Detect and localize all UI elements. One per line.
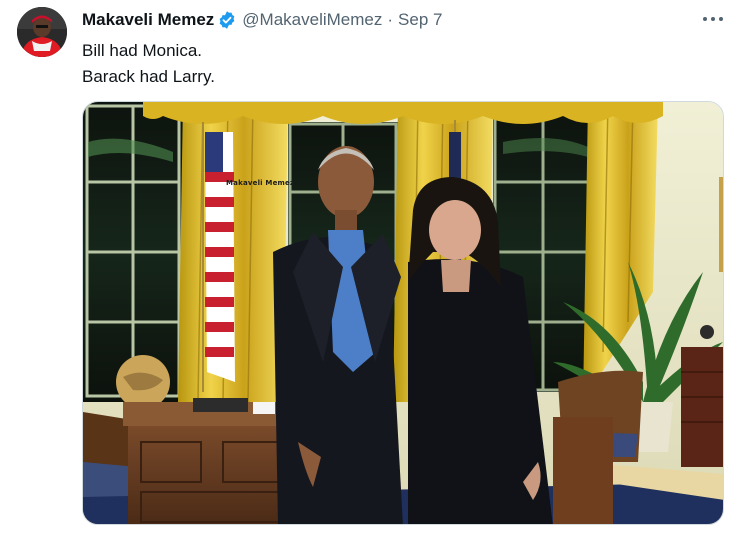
oval-office-photo	[83, 102, 723, 524]
tweet-date[interactable]: Sep 7	[398, 10, 442, 30]
tweet-header: Makaveli Memez @MakaveliMemez · Sep 7	[82, 9, 442, 31]
watermark-text: Makaveli Memez	[226, 179, 295, 187]
separator-dot: ·	[387, 10, 394, 29]
tweet-text: Bill had Monica. Barack had Larry.	[82, 38, 215, 90]
tweet-text-line: Barack had Larry.	[82, 67, 215, 86]
more-options-icon[interactable]	[700, 8, 726, 30]
avatar[interactable]	[17, 7, 67, 57]
author-display-name[interactable]: Makaveli Memez	[82, 10, 214, 30]
tweet: Makaveli Memez @MakaveliMemez · Sep 7 Bi…	[0, 0, 737, 538]
author-handle[interactable]: @MakaveliMemez	[242, 10, 382, 30]
tweet-text-line: Bill had Monica.	[82, 41, 203, 60]
verified-badge-icon	[217, 10, 237, 30]
tweet-media-image[interactable]: Makaveli Memez	[82, 101, 724, 525]
